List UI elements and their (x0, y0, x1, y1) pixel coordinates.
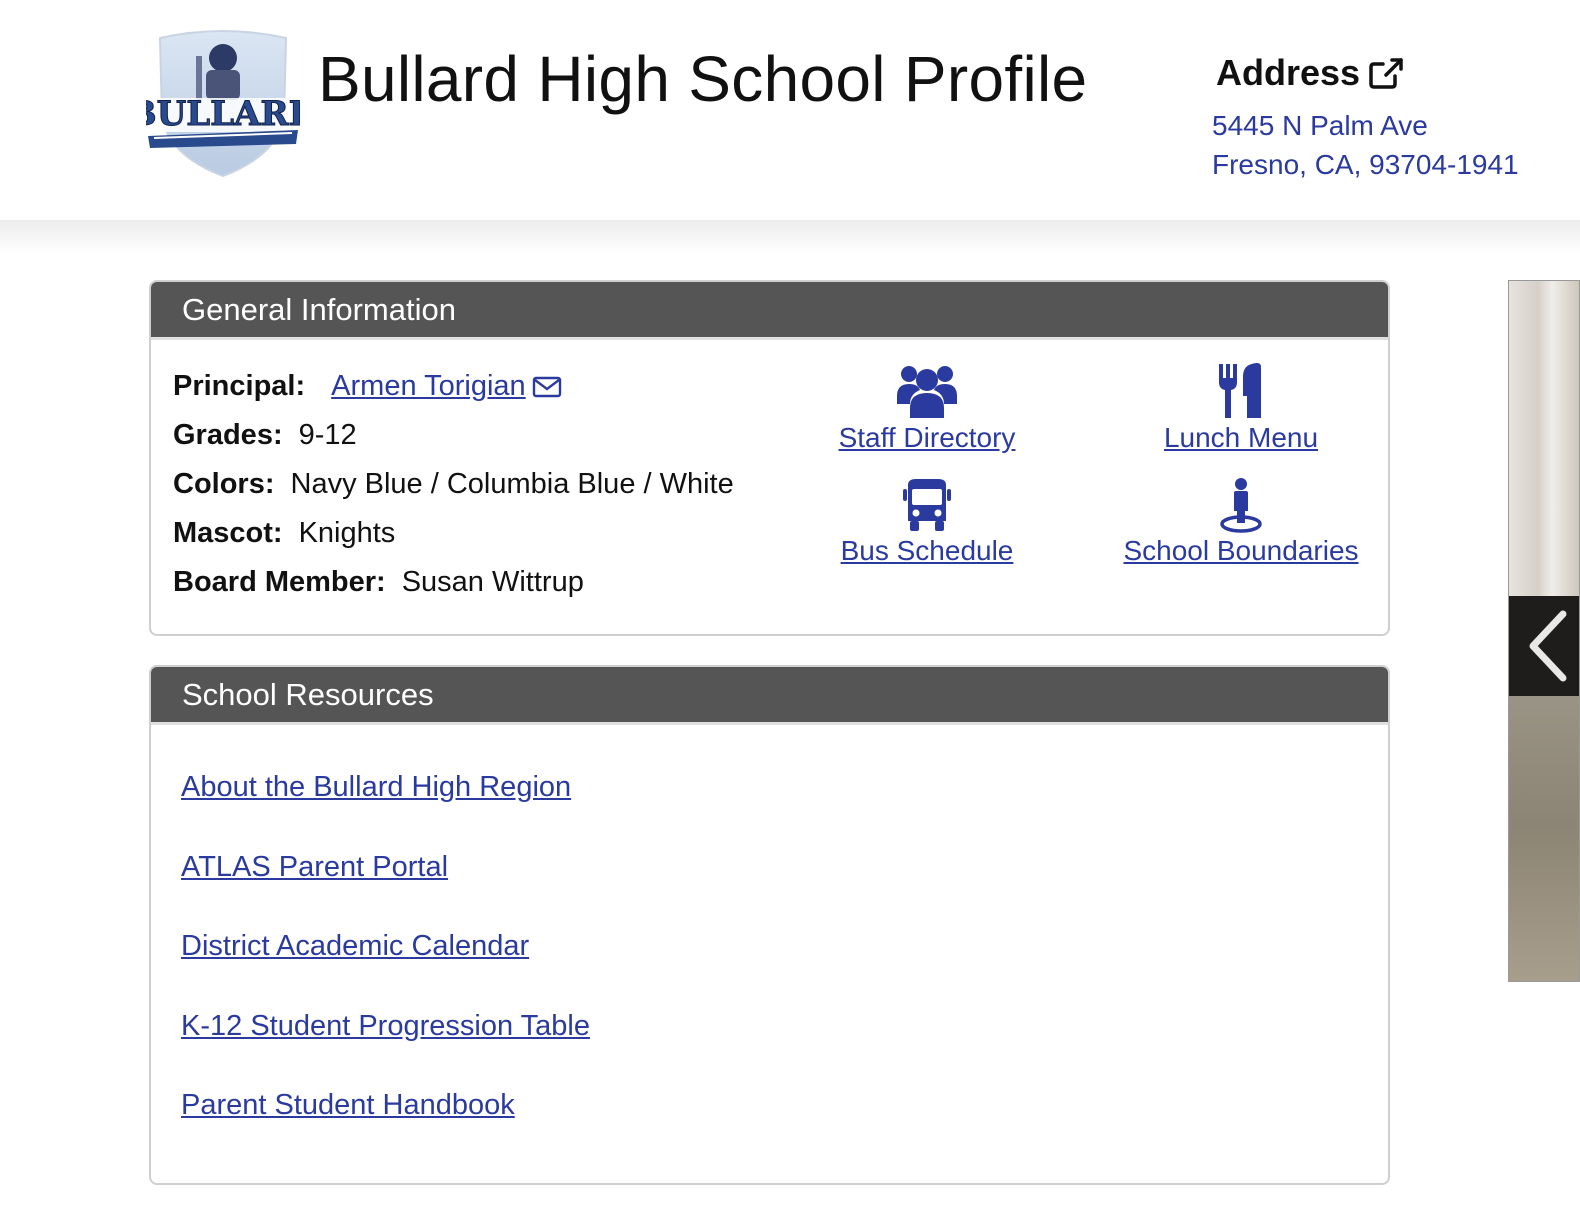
lunch-menu-link[interactable]: Lunch Menu (1151, 362, 1331, 454)
bus-schedule-label: Bus Schedule (840, 535, 1014, 566)
board-member-value: Susan Wittrup (401, 566, 584, 598)
bus-schedule-link[interactable]: Bus Schedule (831, 475, 1023, 567)
external-link-icon (1369, 58, 1403, 89)
resource-link-academic-calendar[interactable]: District Academic Calendar (181, 926, 590, 966)
map-pin-person-icon (1220, 478, 1262, 533)
general-information-panel: General Information Principal: Armen Tor… (149, 280, 1390, 636)
principal-label: Principal: (173, 370, 306, 402)
mascot-row: Mascot: Knights (173, 509, 734, 558)
grades-value: 9-12 (298, 419, 357, 451)
resource-link-progression-table[interactable]: K-12 Student Progression Table (181, 1006, 590, 1046)
lunch-menu-label: Lunch Menu (1163, 422, 1319, 453)
mascot-value: Knights (298, 517, 396, 549)
grades-row: Grades: 9-12 (173, 411, 734, 460)
address-street[interactable]: 5445 N Palm Ave (1212, 106, 1572, 145)
slide-image-bottom (1509, 696, 1579, 981)
address-block: Address 5445 N Palm Ave Fresno, CA, 9370… (1212, 52, 1572, 184)
header-shadow (0, 220, 1580, 254)
resource-links-list: About the Bullard High Region ATLAS Pare… (181, 767, 590, 1165)
resource-link-about-region[interactable]: About the Bullard High Region (181, 767, 590, 807)
school-resources-panel: School Resources About the Bullard High … (149, 665, 1390, 1185)
page-title: Bullard High School Profile (318, 43, 1088, 115)
resource-link-handbook[interactable]: Parent Student Handbook (181, 1085, 590, 1125)
colors-label: Colors: (173, 468, 275, 500)
address-city[interactable]: Fresno, CA, 93704-1941 (1212, 145, 1572, 184)
school-boundaries-label: School Boundaries (1123, 535, 1359, 566)
photo-slideshow (1508, 280, 1580, 982)
colors-row: Colors: Navy Blue / Columbia Blue / Whit… (173, 460, 734, 509)
envelope-icon (532, 376, 561, 397)
school-resources-heading: School Resources (151, 667, 1388, 725)
board-member-row: Board Member: Susan Wittrup (173, 558, 734, 607)
general-info-list: Principal: Armen Torigian Grades: 9-12 C… (173, 362, 734, 607)
bus-icon (903, 479, 951, 531)
logo-lettering: BULLARD (146, 94, 300, 134)
users-icon (897, 366, 957, 418)
resource-link-atlas-portal[interactable]: ATLAS Parent Portal (181, 847, 590, 887)
school-boundaries-link[interactable]: School Boundaries (1111, 475, 1371, 567)
board-member-label: Board Member: (173, 566, 386, 598)
mascot-label: Mascot: (173, 517, 283, 549)
principal-row: Principal: Armen Torigian (173, 362, 734, 411)
address-heading[interactable]: Address (1216, 52, 1572, 94)
colors-value: Navy Blue / Columbia Blue / White (290, 468, 734, 500)
slide-image-top (1509, 281, 1579, 596)
principal-name: Armen Torigian (331, 370, 526, 402)
chevron-left-icon (1529, 610, 1567, 682)
principal-email-link[interactable]: Armen Torigian (331, 362, 562, 411)
grades-label: Grades: (173, 419, 283, 451)
page-header: BULLARD Bullard High School Profile Addr… (0, 0, 1580, 220)
school-logo[interactable]: BULLARD (127, 26, 319, 178)
staff-directory-link[interactable]: Staff Directory (831, 362, 1023, 454)
slideshow-prev-button[interactable] (1509, 596, 1579, 696)
address-heading-label: Address (1216, 52, 1361, 93)
utensils-icon (1219, 363, 1261, 418)
staff-directory-label: Staff Directory (838, 422, 1016, 453)
general-information-heading: General Information (151, 282, 1388, 340)
